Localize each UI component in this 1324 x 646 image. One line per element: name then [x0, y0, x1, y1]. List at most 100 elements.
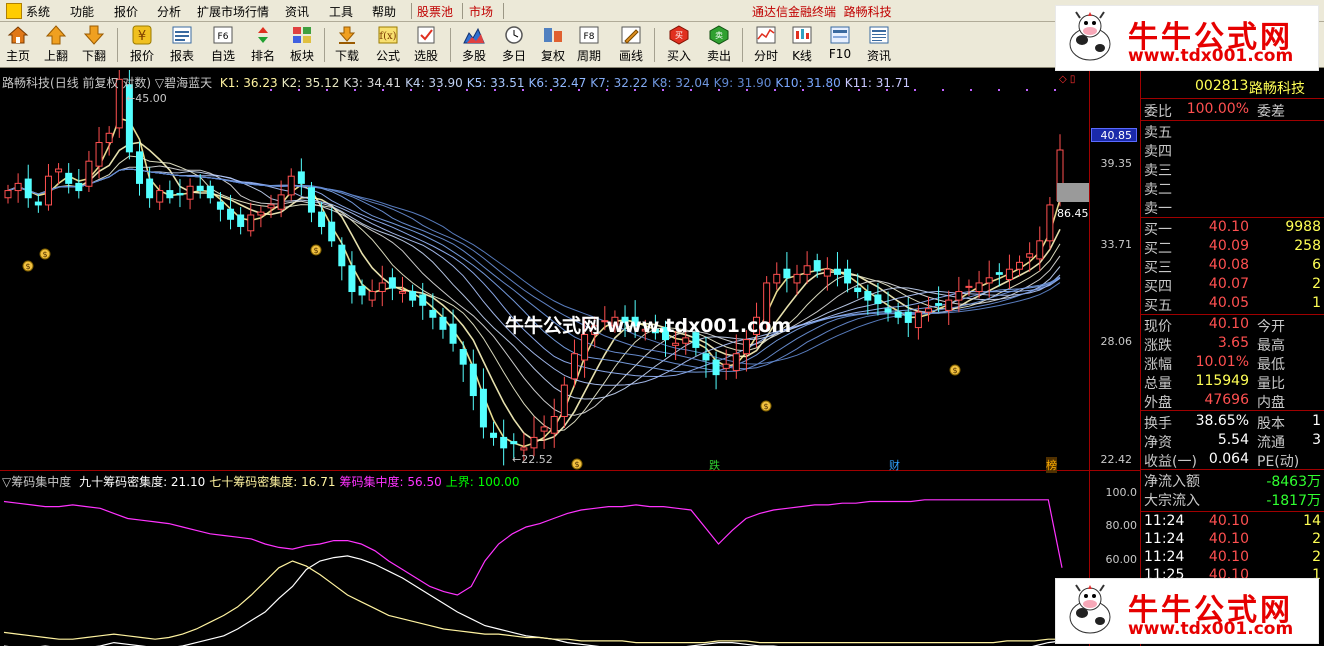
- adjust-icon: [544, 28, 562, 42]
- k-value-6: K6: 32.47: [528, 76, 587, 90]
- quote-button[interactable]: ¥ 报价: [122, 23, 162, 67]
- stock-picker-button[interactable]: 选股: [406, 23, 446, 67]
- sell-level-3: 卖三: [1144, 163, 1172, 179]
- axis-label-1: 39.35: [1100, 157, 1133, 170]
- arrow-down-icon: [83, 25, 105, 45]
- buy-marker-icon[interactable]: $: [949, 364, 961, 376]
- buy-button[interactable]: 买 买入: [659, 23, 699, 67]
- buy-level-5: 买五 40.05 1: [1144, 295, 1321, 314]
- weibi-row: 委比 100.00% 委差: [1144, 101, 1285, 120]
- cow-mascot-icon: [1069, 584, 1111, 634]
- k-value-9: K9: 31.90: [713, 76, 772, 90]
- svg-text:$: $: [313, 246, 318, 255]
- watermark-url: www.tdx001.com: [1128, 619, 1294, 639]
- axis-label-2: 33.71: [1100, 238, 1133, 251]
- intraday-button[interactable]: 分时: [746, 23, 786, 67]
- f10-icon: [830, 26, 850, 44]
- buy-marker-icon[interactable]: $: [760, 400, 772, 412]
- indicator-values: 九十筹码密集度: 21.10 七十筹码密集度: 16.71 筹码集中度: 56.50…: [75, 475, 520, 489]
- tab-stock-pool[interactable]: 股票池: [417, 3, 453, 20]
- stock-label: 路畅科技: [2, 76, 51, 90]
- sell-button[interactable]: 卖 卖出: [699, 23, 739, 67]
- ind-axis-2: 60.00: [1105, 553, 1138, 566]
- k-value-5: K5: 33.51: [466, 76, 525, 90]
- k-values: K1: 36.23 K2: 35.12 K3: 34.41 K4: 33.90 K5: …: [216, 76, 910, 90]
- menu-item-function[interactable]: 功能: [70, 3, 94, 20]
- download-button[interactable]: 下载: [327, 23, 367, 67]
- chart-title-bar: 路畅科技(日线 前复权 对数) ▽碧海蓝天 K1: 36.23 K2: 35.12…: [2, 74, 910, 91]
- home-button[interactable]: 主页: [0, 23, 38, 67]
- adjust-button[interactable]: 复权: [533, 23, 573, 67]
- favorites-button[interactable]: F6 自选: [203, 23, 243, 67]
- rank-button[interactable]: 排名: [243, 23, 283, 67]
- buy-level-2: 买二 40.09 258: [1144, 238, 1321, 257]
- period-button[interactable]: F8 周期: [569, 23, 609, 67]
- indicator-chart[interactable]: [0, 471, 1089, 646]
- picker-icon: [417, 26, 435, 44]
- tick-row-0: 11:24 40.10 14: [1144, 513, 1321, 529]
- svg-text:$: $: [952, 366, 957, 375]
- buy-level-1: 买一 40.10 9988: [1144, 219, 1321, 238]
- menu-item-help[interactable]: 帮助: [372, 3, 396, 20]
- candlesticks: [4, 70, 1089, 466]
- report-button[interactable]: 报表: [162, 23, 202, 67]
- stat-row-4: 外盘 47696 内盘: [1144, 392, 1285, 411]
- buy-icon: 买: [669, 25, 689, 45]
- cow-mascot-icon: [1069, 11, 1111, 61]
- stat2-row-2: 收益(一) 0.064 PE(动): [1144, 451, 1300, 470]
- quote-panel: 002813 路畅科技 委比 100.00% 委差 卖五 卖四 卖三 卖二 卖一 买一 4…: [1141, 76, 1324, 646]
- kline-chart[interactable]: $ $ $ $ $ $: [0, 70, 1089, 470]
- formula-button[interactable]: f(x) 公式: [368, 23, 408, 67]
- sector-button[interactable]: 板块: [282, 23, 322, 67]
- buy-marker-icon[interactable]: $: [39, 248, 51, 260]
- axis-label-3: 28.06: [1100, 335, 1133, 348]
- sell-level-5: 卖五: [1144, 125, 1172, 141]
- buy-marker-icon[interactable]: $: [571, 458, 583, 470]
- buy-marker-icon[interactable]: $: [310, 244, 322, 256]
- menu-item-news[interactable]: 资讯: [285, 3, 309, 20]
- kline-button[interactable]: K线: [782, 23, 822, 67]
- menu-item-quote[interactable]: 报价: [114, 3, 138, 20]
- watermark-overlay: 牛牛公式网 www.tdx001.com: [505, 315, 792, 337]
- indicator-value-3: 上界: 100.00: [445, 475, 520, 489]
- page-down-button[interactable]: 下翻: [74, 23, 114, 67]
- f10-button[interactable]: F10: [820, 23, 860, 67]
- flow-row-1: 大宗流入 -1817万: [1144, 493, 1321, 509]
- menu-item-tools[interactable]: 工具: [329, 3, 353, 20]
- svg-text:$: $: [763, 402, 768, 411]
- sell-level-1: 卖一: [1144, 201, 1172, 217]
- tick-row-2: 11:24 40.10 2: [1144, 549, 1321, 565]
- chart-axis-divider: [1089, 70, 1090, 646]
- multi-day-button[interactable]: 多日: [494, 23, 534, 67]
- k-value-3: K3: 34.41: [343, 76, 402, 90]
- multi-stock-button[interactable]: 多股: [454, 23, 494, 67]
- flow-row-0: 净流入额 -8463万: [1144, 474, 1321, 490]
- svg-text:买: 买: [675, 31, 683, 40]
- news-button[interactable]: 资讯: [859, 23, 899, 67]
- indicator-name: ▽筹码集中度: [2, 475, 72, 489]
- page-up-button[interactable]: 上翻: [36, 23, 76, 67]
- draw-line-button[interactable]: 画线: [611, 23, 651, 67]
- f6-icon: F6: [213, 26, 233, 44]
- app-logo-icon: [6, 3, 22, 19]
- menu-item-ext-market[interactable]: 扩展市场行情: [197, 3, 269, 20]
- stock-code: 002813: [1195, 78, 1249, 94]
- ma-ribbon: [7, 117, 1061, 448]
- indicator-value-2: 筹码集中度: 56.50: [339, 475, 442, 489]
- multi-stock-icon: [463, 27, 485, 44]
- menu-item-system[interactable]: 系统: [6, 3, 50, 20]
- buy-marker-icon[interactable]: $: [22, 260, 34, 272]
- buy-level-4: 买四 40.07 2: [1144, 276, 1321, 295]
- yen-icon: ¥: [132, 25, 152, 45]
- tab-market[interactable]: 市场: [469, 3, 493, 20]
- expand-icon[interactable]: ◇ ▯: [1059, 74, 1075, 85]
- menu-item-analysis[interactable]: 分析: [157, 3, 181, 20]
- arrow-up-icon: [45, 25, 67, 45]
- window-title: 通达信金融终端 路畅科技: [752, 5, 892, 19]
- k-value-1: K1: 36.23: [219, 76, 278, 90]
- f8-icon: F8: [579, 26, 599, 44]
- right-label: 86.45: [1057, 207, 1089, 220]
- indicator-title-bar: ▽筹码集中度 九十筹码密集度: 21.10 七十筹码密集度: 16.71 筹码集中度…: [2, 473, 520, 490]
- watermark-logo-top: 牛牛公式网 www.tdx001.com: [1055, 5, 1319, 71]
- tick-row-1: 11:24 40.10 2: [1144, 531, 1321, 547]
